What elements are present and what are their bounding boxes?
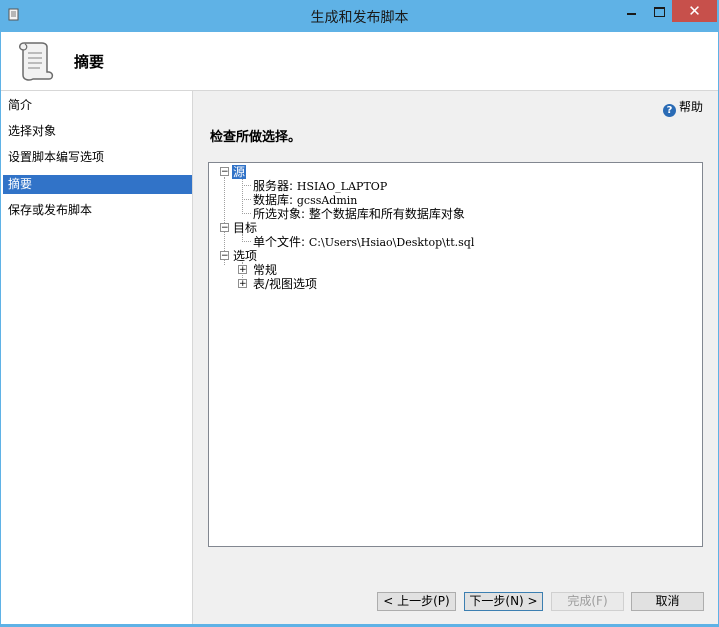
help-icon: ? bbox=[662, 104, 676, 117]
page-heading: 摘要 bbox=[74, 53, 105, 71]
finish-button[interactable]: 完成(F) bbox=[551, 592, 624, 611]
tree-line bbox=[242, 177, 243, 214]
server-label: 服务器: bbox=[253, 179, 294, 193]
tree-node-source-label: 源 bbox=[232, 165, 247, 179]
maximize-icon bbox=[654, 7, 665, 17]
wizard-nav: 简介 选择对象 设置脚本编写选项 摘要 保存或发布脚本 bbox=[1, 91, 193, 624]
tree-line bbox=[242, 241, 251, 242]
wizard-body: 摘要 简介 选择对象 设置脚本编写选项 摘要 保存或发布脚本 ? 帮助 检查所做选… bbox=[1, 32, 718, 624]
nav-item-introduction[interactable]: 简介 bbox=[3, 96, 192, 115]
wizard-footer: < 上一步(P) 下一步(N) > 完成(F) 取消 bbox=[193, 576, 718, 624]
file-value: C:\Users\Hsiao\Desktop\tt.sql bbox=[308, 236, 475, 249]
maximize-button[interactable] bbox=[646, 0, 672, 22]
collapse-toggle-target[interactable]: − bbox=[220, 223, 229, 233]
tree-line bbox=[242, 213, 251, 214]
nav-item-save-or-publish[interactable]: 保存或发布脚本 bbox=[3, 201, 192, 220]
collapse-toggle-source[interactable]: − bbox=[220, 167, 229, 177]
tree-node-server[interactable]: 服务器: HSIAO_LAPTOP bbox=[253, 179, 387, 193]
summary-tree[interactable]: − 源 服务器: HSIAO_LAPTOP 数据库: gcssAdmin 所选对… bbox=[208, 162, 703, 547]
close-button[interactable]: ✕ bbox=[672, 0, 717, 22]
expand-toggle-general[interactable]: + bbox=[238, 265, 247, 275]
tree-node-single-file[interactable]: 单个文件: C:\Users\Hsiao\Desktop\tt.sql bbox=[253, 235, 474, 249]
tree-node-options[interactable]: 选项 bbox=[233, 249, 257, 263]
help-link[interactable]: ? 帮助 bbox=[662, 98, 703, 117]
database-value: gcssAdmin bbox=[296, 194, 358, 207]
tree-node-source[interactable]: 源 bbox=[232, 165, 247, 179]
server-value: HSIAO_LAPTOP bbox=[296, 180, 388, 193]
database-label: 数据库: bbox=[253, 193, 294, 207]
window-title: 生成和发布脚本 bbox=[310, 10, 409, 26]
expand-toggle-table-view[interactable]: + bbox=[238, 279, 247, 289]
nav-item-choose-objects[interactable]: 选择对象 bbox=[3, 122, 192, 141]
tree-node-target[interactable]: 目标 bbox=[233, 221, 257, 235]
minimize-button[interactable] bbox=[618, 0, 644, 22]
tree-line bbox=[242, 199, 251, 200]
file-label: 单个文件: bbox=[253, 235, 306, 249]
tree-node-general[interactable]: 常规 bbox=[253, 263, 277, 277]
collapse-toggle-options[interactable]: − bbox=[220, 251, 229, 261]
previous-button[interactable]: < 上一步(P) bbox=[377, 592, 456, 611]
summary-panel: ? 帮助 检查所做选择。 − 源 服务器: HSIAO_LAPTOP 数据库: g… bbox=[193, 91, 718, 624]
review-title: 检查所做选择。 bbox=[210, 130, 302, 145]
tree-line bbox=[242, 185, 251, 186]
tree-node-selected-objects[interactable]: 所选对象: 整个数据库和所有数据库对象 bbox=[253, 207, 465, 221]
cancel-button[interactable]: 取消 bbox=[631, 592, 704, 611]
tree-node-table-view-options[interactable]: 表/视图选项 bbox=[253, 277, 317, 291]
objects-value: 整个数据库和所有数据库对象 bbox=[308, 207, 465, 221]
objects-label: 所选对象: bbox=[253, 207, 306, 221]
next-button[interactable]: 下一步(N) > bbox=[464, 592, 543, 611]
wizard-header: 摘要 bbox=[1, 32, 718, 91]
minimize-icon bbox=[627, 13, 636, 15]
nav-item-summary[interactable]: 摘要 bbox=[3, 175, 192, 194]
scroll-icon bbox=[19, 42, 54, 81]
help-label: 帮助 bbox=[678, 100, 703, 114]
nav-item-scripting-options[interactable]: 设置脚本编写选项 bbox=[3, 148, 192, 167]
title-bar: 生成和发布脚本 ✕ bbox=[0, 0, 719, 32]
tree-node-database[interactable]: 数据库: gcssAdmin bbox=[253, 193, 357, 207]
